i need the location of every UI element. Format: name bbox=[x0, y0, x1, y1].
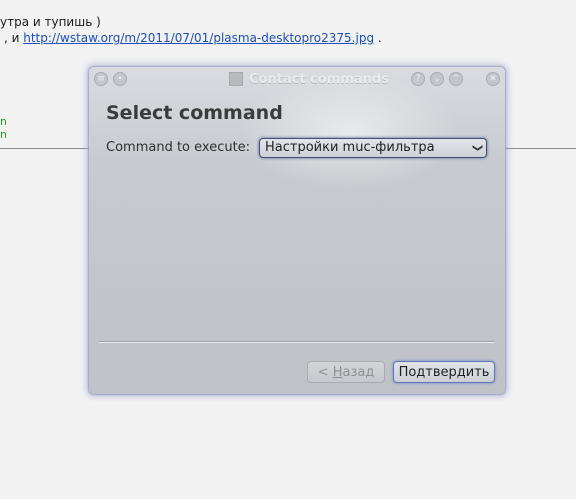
confirm-button[interactable]: Подтвердить bbox=[393, 361, 495, 383]
command-select[interactable]: Настройки muc-фильтра ❯ bbox=[259, 138, 487, 158]
chat-link[interactable]: http://wstaw.org/m/2011/07/01/plasma-des… bbox=[23, 31, 374, 45]
pin-icon[interactable]: • bbox=[113, 72, 127, 86]
chat-divider bbox=[0, 148, 90, 149]
command-label: Command to execute: bbox=[106, 140, 251, 155]
chat-nick: n bbox=[0, 115, 7, 128]
contact-commands-dialog: ≡ • Contact commands ? ⌄ ⌃ ✕ Select comm… bbox=[89, 67, 505, 394]
title-bar[interactable]: ≡ • Contact commands ? ⌄ ⌃ ✕ bbox=[89, 67, 505, 91]
minimize-icon[interactable]: ⌄ bbox=[430, 72, 444, 86]
chat-divider bbox=[504, 148, 576, 149]
close-icon[interactable]: ✕ bbox=[486, 72, 500, 86]
dialog-body: Select command Command to execute: Настр… bbox=[91, 93, 503, 392]
page-title: Select command bbox=[106, 102, 283, 124]
maximize-icon[interactable]: ⌃ bbox=[449, 72, 463, 86]
window-title: Contact commands bbox=[229, 71, 389, 87]
help-icon[interactable]: ? bbox=[411, 72, 425, 86]
footer-separator bbox=[99, 341, 495, 343]
chat-text-link-line: , и http://wstaw.org/m/2011/07/01/plasma… bbox=[4, 31, 382, 45]
chat-nick: n bbox=[0, 128, 7, 141]
app-icon bbox=[229, 72, 243, 86]
chevron-down-icon: ❯ bbox=[471, 143, 483, 153]
chat-text-line: утра и тупишь ) bbox=[0, 15, 101, 29]
command-select-value: Настройки muc-фильтра bbox=[265, 140, 435, 155]
back-button[interactable]: < Назад bbox=[307, 361, 385, 383]
menu-icon[interactable]: ≡ bbox=[94, 72, 108, 86]
